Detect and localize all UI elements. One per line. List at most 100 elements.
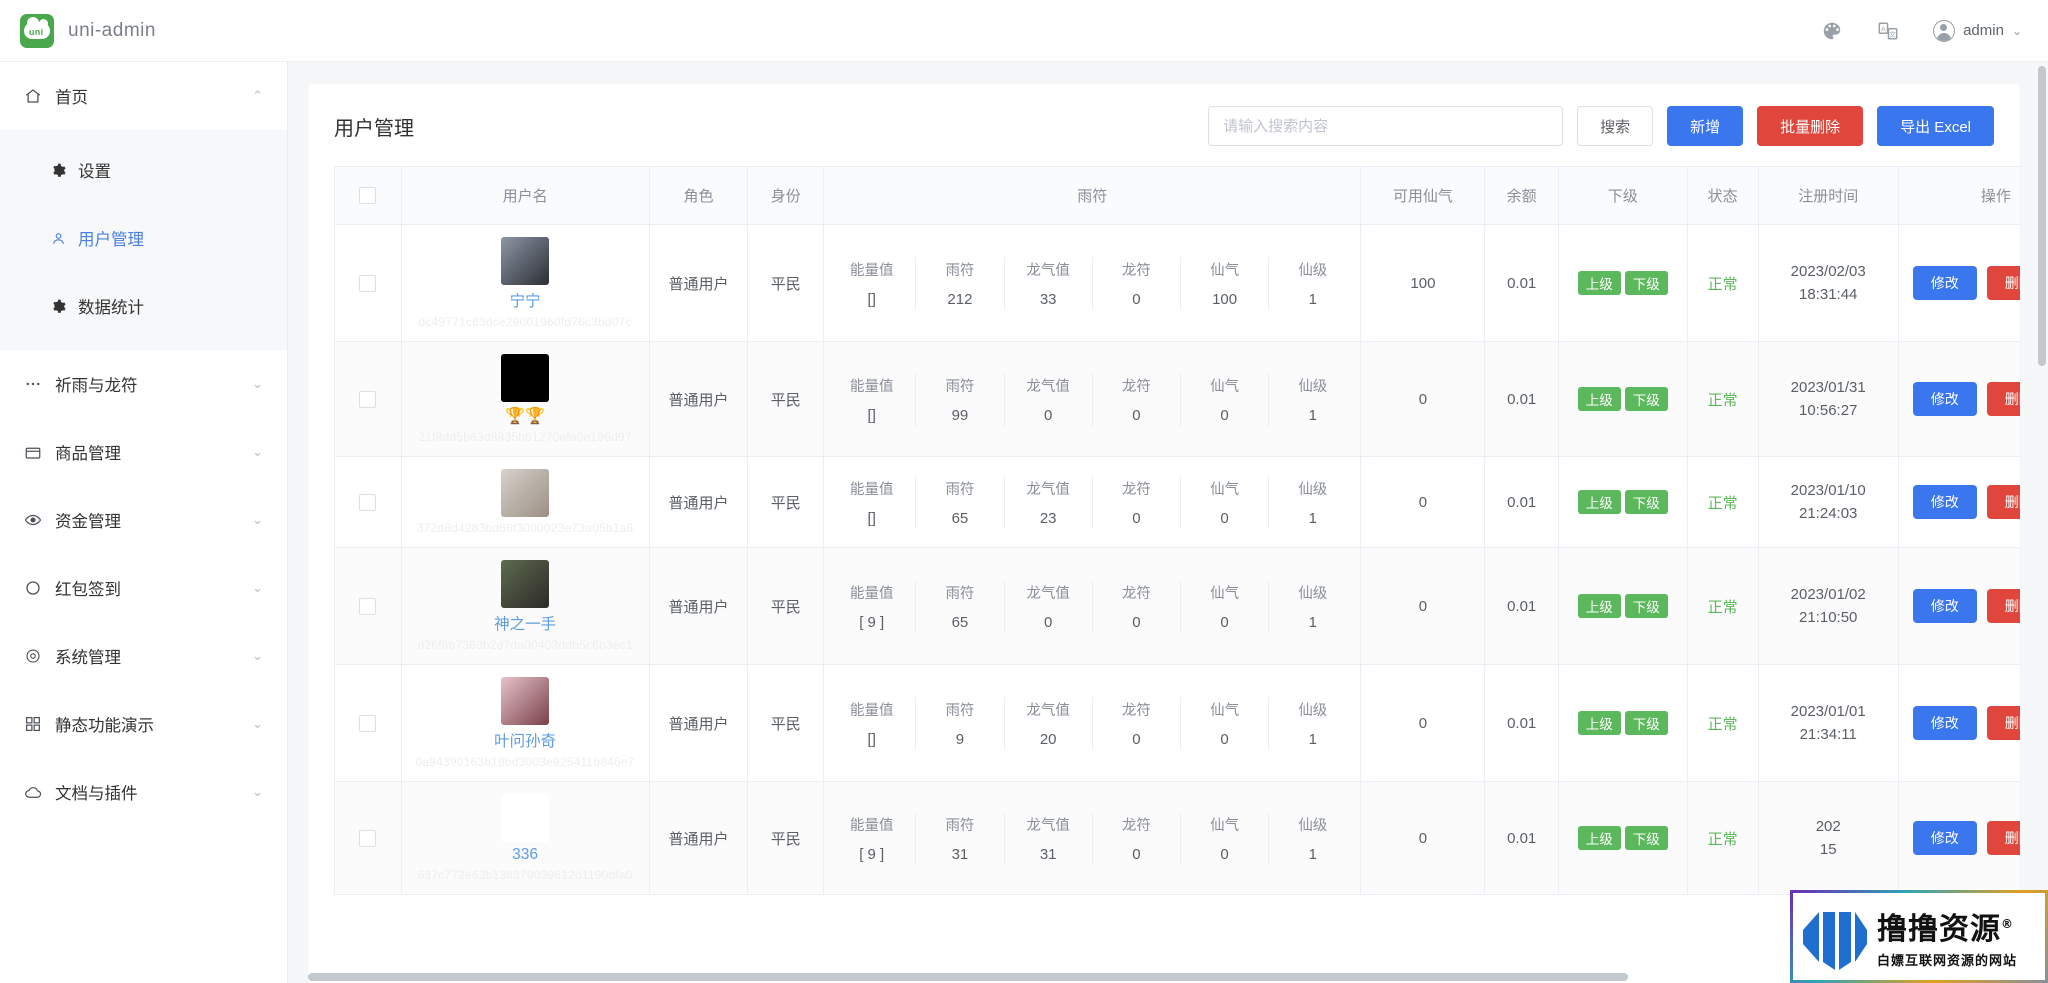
horizontal-scrollbar[interactable]: [308, 973, 1628, 981]
vertical-scrollbar[interactable]: [2038, 66, 2046, 366]
identity-cell: 平民: [747, 224, 825, 342]
tag-upper-level[interactable]: 上级: [1577, 711, 1621, 735]
rain-label: 仙气: [1210, 481, 1240, 498]
palette-icon[interactable]: [1821, 20, 1843, 42]
sidebar-item-settings[interactable]: 设置: [0, 136, 287, 204]
sidebar-item-user-management[interactable]: 用户管理: [0, 204, 287, 272]
username-cell: 神之一手 d26f8b7363b2d7da00403ddb5c6b3ec1: [401, 547, 650, 665]
tag-lower-level[interactable]: 下级: [1624, 490, 1668, 514]
edit-button[interactable]: 修改: [1912, 821, 1977, 855]
tag-upper-level[interactable]: 上级: [1577, 387, 1621, 411]
rain-value: [ 9 ]: [859, 845, 885, 863]
row-checkbox[interactable]: [359, 390, 377, 408]
sidebar-item-docs[interactable]: 文档与插件 ⌄: [0, 758, 287, 826]
search-input[interactable]: [1208, 106, 1564, 146]
rain-label: 雨符: [945, 481, 975, 498]
eye-icon: [22, 511, 44, 529]
delete-button[interactable]: 删除: [1986, 266, 2020, 300]
column-action: 操作: [1898, 166, 2020, 225]
sidebar-item-goods[interactable]: 商品管理 ⌄: [0, 418, 287, 486]
export-excel-button[interactable]: 导出 Excel: [1877, 106, 1994, 146]
rain-subcolumn: 龙气值 31: [1005, 811, 1093, 865]
identity-cell: 平民: [747, 781, 825, 895]
sidebar: 首页 ⌃ 设置 用户管理 数据统计 祈雨与龙符 ⌄ 商品管理 ⌄ 资金管理 ⌄ …: [0, 62, 288, 983]
sidebar-item-statistics[interactable]: 数据统计: [0, 272, 287, 340]
sidebar-item-rain-dragon[interactable]: 祈雨与龙符 ⌄: [0, 350, 287, 418]
user-avatar[interactable]: [501, 354, 550, 402]
sidebar-item-funds[interactable]: 资金管理 ⌄: [0, 486, 287, 554]
rain-subcolumn: 仙气 0: [1181, 696, 1270, 750]
rain-subcolumn: 龙气值 23: [1005, 475, 1093, 529]
user-name-link[interactable]: 神之一手: [494, 612, 556, 634]
tag-upper-level[interactable]: 上级: [1577, 826, 1621, 850]
rain-subcolumn: 龙气值 20: [1005, 696, 1093, 750]
tag-upper-level[interactable]: 上级: [1577, 594, 1621, 618]
register-time-cell: 2023/01/02 21:10:50: [1758, 547, 1899, 665]
rain-value: 1: [1308, 406, 1317, 424]
row-checkbox[interactable]: [359, 714, 377, 732]
rain-subcolumn: 雨符 65: [916, 579, 1005, 633]
user-avatar[interactable]: [501, 237, 550, 285]
edit-button[interactable]: 修改: [1912, 589, 1977, 623]
tag-upper-level[interactable]: 上级: [1577, 490, 1621, 514]
chevron-down-icon: ⌄: [252, 444, 263, 459]
user-avatar[interactable]: [501, 469, 550, 517]
row-checkbox[interactable]: [359, 493, 377, 511]
edit-button[interactable]: 修改: [1912, 382, 1977, 416]
table-row: 叶问孙奇 0a94390163b18bd3003e925411b846e7 普通用户…: [334, 664, 2020, 782]
row-checkbox[interactable]: [359, 274, 377, 292]
batch-delete-button[interactable]: 批量删除: [1757, 106, 1864, 146]
delete-button[interactable]: 删除: [1986, 706, 2020, 740]
user-avatar[interactable]: [501, 560, 550, 608]
language-icon[interactable]: A 文: [1877, 20, 1899, 42]
sidebar-item-static-demo[interactable]: 静态功能演示 ⌄: [0, 690, 287, 758]
row-checkbox[interactable]: [359, 829, 377, 847]
sidebar-item-redpacket[interactable]: 红包签到 ⌄: [0, 554, 287, 622]
watermark-title: 撸撸资源®: [1877, 904, 2017, 948]
delete-button[interactable]: 删除: [1986, 485, 2020, 519]
tag-lower-level[interactable]: 下级: [1624, 271, 1668, 295]
column-register-time: 注册时间: [1758, 166, 1899, 225]
edit-button[interactable]: 修改: [1912, 266, 1977, 300]
delete-button[interactable]: 删除: [1986, 382, 2020, 416]
user-name-link[interactable]: 336: [512, 846, 538, 864]
tag-lower-level[interactable]: 下级: [1624, 387, 1668, 411]
rain-subcolumn: 能量值 [ 9 ]: [828, 579, 917, 633]
sidebar-item-home[interactable]: 首页 ⌃: [0, 62, 287, 130]
add-button[interactable]: 新增: [1667, 106, 1744, 146]
rain-label: 仙气: [1210, 585, 1240, 602]
rain-value: []: [867, 290, 876, 308]
user-avatar[interactable]: [501, 794, 550, 842]
edit-button[interactable]: 修改: [1912, 485, 1977, 519]
row-select-cell: [334, 664, 402, 782]
search-button[interactable]: 搜索: [1577, 106, 1654, 146]
user-menu[interactable]: admin ⌄: [1933, 19, 2022, 42]
brand-area[interactable]: uni uni-admin: [0, 13, 156, 48]
tag-upper-level[interactable]: 上级: [1577, 271, 1621, 295]
user-name-link[interactable]: 🏆🏆: [505, 406, 545, 426]
tag-lower-level[interactable]: 下级: [1624, 594, 1668, 618]
tag-lower-level[interactable]: 下级: [1624, 711, 1668, 735]
row-checkbox[interactable]: [359, 597, 377, 615]
tag-lower-level[interactable]: 下级: [1624, 826, 1668, 850]
delete-button[interactable]: 删除: [1986, 589, 2020, 623]
home-icon: [22, 87, 44, 105]
rain-value: 1: [1308, 613, 1317, 631]
user-avatar[interactable]: [501, 677, 550, 725]
row-select-cell: [334, 456, 402, 548]
chevron-down-icon: ⌄: [252, 512, 263, 527]
toolbar: 搜索 新增 批量删除 导出 Excel: [1208, 106, 1994, 146]
select-all-checkbox[interactable]: [359, 187, 377, 205]
column-rain: 雨符: [823, 166, 1362, 225]
column-username: 用户名: [401, 166, 650, 225]
identity-cell: 平民: [747, 456, 825, 548]
rain-label: 仙级: [1298, 585, 1328, 602]
sidebar-item-label: 静态功能演示: [55, 717, 154, 735]
user-name-link[interactable]: 宁宁: [510, 289, 541, 311]
delete-button[interactable]: 删除: [1986, 821, 2020, 855]
row-select-cell: [334, 547, 402, 665]
sidebar-item-system[interactable]: 系统管理 ⌄: [0, 622, 287, 690]
rain-label: 仙级: [1298, 378, 1328, 395]
edit-button[interactable]: 修改: [1912, 706, 1977, 740]
user-name-link[interactable]: 叶问孙奇: [494, 729, 556, 751]
